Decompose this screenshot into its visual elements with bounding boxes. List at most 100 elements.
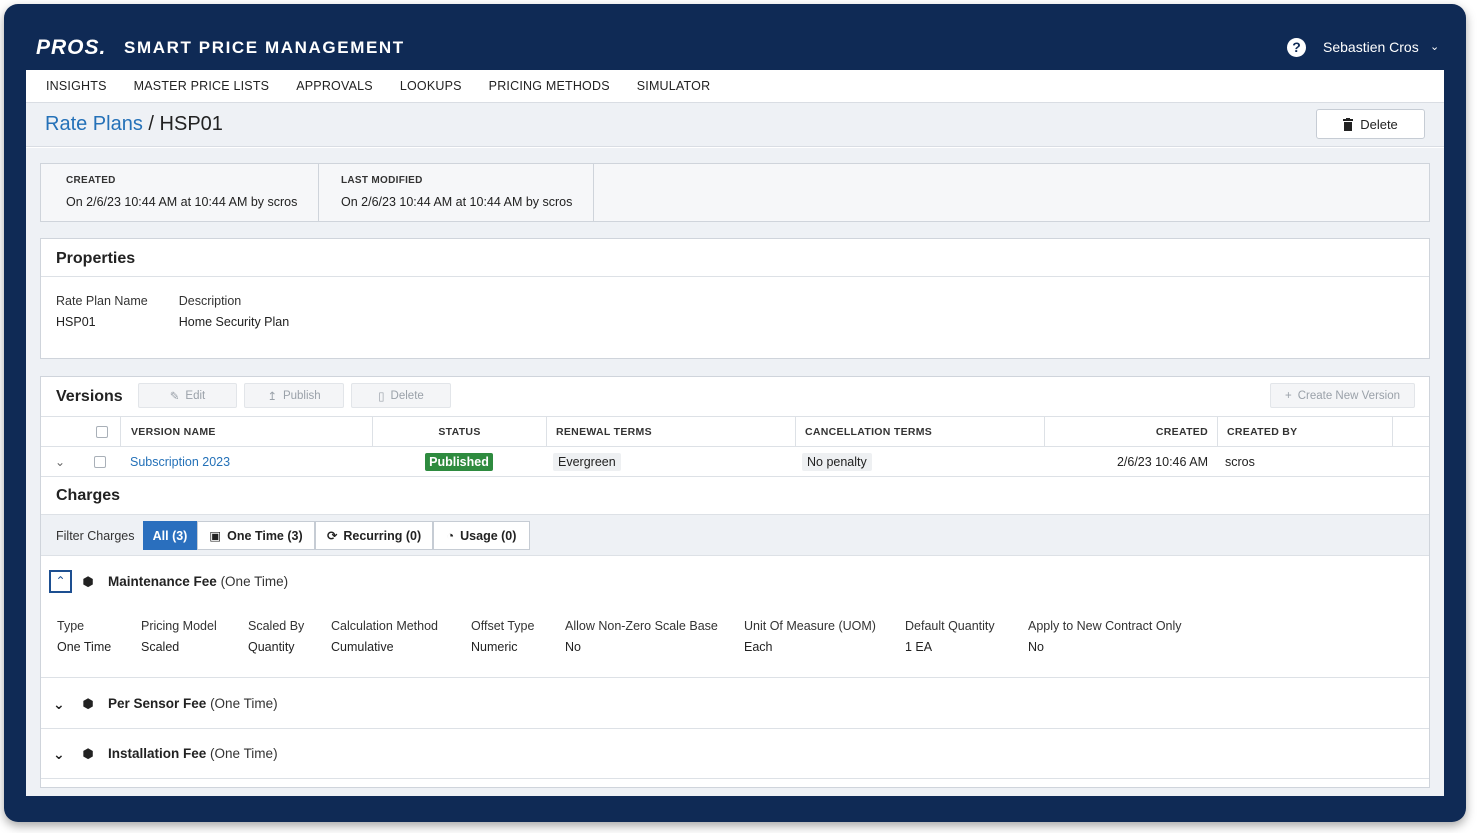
created-label: CREATED [66, 175, 116, 186]
charge-title[interactable]: Installation Fee (One Time) [108, 746, 278, 761]
property-value: Home Security Plan [178, 315, 290, 329]
nav-item-approvals[interactable]: APPROVALS [296, 79, 373, 93]
modified-value: On 2/6/23 10:44 AM at 10:44 AM by scros [341, 195, 573, 209]
cancellation-cell: No penalty [802, 447, 872, 476]
created-info: CREATED On 2/6/23 10:44 AM at 10:44 AM b… [41, 164, 319, 221]
user-menu[interactable]: Sebastien Cros [1323, 39, 1419, 55]
app-frame: PROS. SMART PRICE MANAGEMENT ? Sebastien… [4, 4, 1466, 822]
filter-usage-button[interactable]: ◔ Usage (0) [433, 521, 530, 550]
app-title: SMART PRICE MANAGEMENT [124, 38, 405, 57]
attr-label: Type [57, 619, 85, 633]
trash-icon: ▯ [378, 390, 385, 403]
modified-label: LAST MODIFIED [341, 175, 423, 186]
attr-label: Offset Type [471, 619, 535, 633]
page-title: HSP01 [159, 113, 223, 135]
attr-value: No [1028, 640, 1044, 654]
attr-scaled-by: Scaled By Quantity [248, 619, 304, 654]
chevron-down-icon[interactable]: ⌄ [53, 696, 65, 713]
chevron-down-icon[interactable]: ⌄ [1430, 40, 1439, 53]
select-all-checkbox[interactable] [96, 417, 108, 446]
versions-panel: Versions ✎ Edit ↥ Publish ▯ Delete + Cre… [40, 376, 1430, 788]
nav-item-master-price-lists[interactable]: MASTER PRICE LISTS [134, 79, 270, 93]
charge-item-installation-fee[interactable]: ⌄ ⬢ Installation Fee (One Time) [41, 729, 1429, 779]
main-nav: INSIGHTS MASTER PRICE LISTS APPROVALS LO… [26, 70, 1444, 103]
edit-version-button[interactable]: ✎ Edit [138, 383, 237, 408]
property-label: Description [178, 294, 242, 308]
nav-item-simulator[interactable]: SIMULATOR [637, 79, 711, 93]
nav-item-lookups[interactable]: LOOKUPS [400, 79, 462, 93]
attr-label: Scaled By [248, 619, 305, 633]
help-icon[interactable]: ? [1287, 38, 1306, 57]
col-cancellation-terms[interactable]: CANCELLATION TERMS [795, 417, 1044, 446]
chevron-down-icon[interactable]: ⌄ [53, 746, 65, 763]
col-version-name[interactable]: VERSION NAME [120, 417, 372, 446]
chevron-up-icon[interactable]: ⌃ [49, 570, 72, 593]
attr-apply-to-new-contract-only: Apply to New Contract Only No [1028, 619, 1182, 654]
delete-button[interactable]: Delete [1316, 109, 1425, 139]
created-value: On 2/6/23 10:44 AM at 10:44 AM by scros [66, 195, 298, 209]
property-value: HSP01 [56, 315, 96, 329]
property-rate-plan-name: Rate Plan Name HSP01 [56, 294, 148, 329]
created-by-cell: scros [1225, 454, 1255, 469]
filter-one-time-button[interactable]: ▣ One Time (3) [197, 521, 315, 550]
filter-all-label: All (3) [152, 528, 188, 543]
charge-title[interactable]: Maintenance Fee (One Time) [108, 574, 288, 589]
attr-value: Numeric [471, 640, 518, 654]
attr-label: Pricing Model [141, 619, 217, 633]
cube-icon: ⬢ [82, 746, 94, 761]
attr-type: Type One Time [57, 619, 111, 654]
upload-icon: ↥ [267, 390, 277, 403]
charge-title[interactable]: Per Sensor Fee (One Time) [108, 696, 278, 711]
col-renewal-terms[interactable]: RENEWAL TERMS [546, 417, 795, 446]
cube-icon: ⬢ [82, 574, 94, 589]
version-name[interactable]: Subscription 2023 [130, 455, 230, 469]
attr-value: No [565, 640, 581, 654]
pros-logo[interactable]: PROS. [36, 36, 106, 60]
charges-title: Charges [56, 487, 121, 504]
app-body: INSIGHTS MASTER PRICE LISTS APPROVALS LO… [26, 70, 1444, 796]
modified-info: LAST MODIFIED On 2/6/23 10:44 AM at 10:4… [319, 164, 594, 221]
trash-icon [1343, 117, 1354, 131]
charge-name: Per Sensor Fee [108, 696, 207, 711]
attr-value: Quantity [248, 640, 295, 654]
delete-label: Delete [390, 389, 424, 402]
status-badge: Published [425, 452, 493, 471]
audit-info: CREATED On 2/6/23 10:44 AM at 10:44 AM b… [40, 163, 1430, 222]
versions-title: Versions [56, 388, 123, 405]
nav-item-insights[interactable]: INSIGHTS [46, 79, 107, 93]
cube-icon: ⬢ [82, 696, 94, 711]
delete-button-label: Delete [1360, 116, 1398, 132]
delete-version-button[interactable]: ▯ Delete [351, 383, 451, 408]
breadcrumb: Rate Plans / HSP01 [45, 113, 223, 136]
properties-title: Properties [41, 239, 1429, 277]
plus-icon: + [1285, 389, 1292, 402]
renewal-cell: Evergreen [553, 447, 621, 476]
charge-name: Maintenance Fee [108, 574, 217, 589]
filter-recurring-button[interactable]: ⟳ Recurring (0) [315, 521, 433, 550]
filter-all-button[interactable]: All (3) [143, 521, 197, 550]
attr-label: Default Quantity [905, 619, 995, 633]
breadcrumb-rate-plans[interactable]: Rate Plans [45, 113, 143, 135]
charge-name: Installation Fee [108, 746, 207, 761]
attr-pricing-model: Pricing Model Scaled [141, 619, 217, 654]
publish-label: Publish [282, 389, 321, 402]
row-checkbox[interactable] [94, 447, 106, 476]
charge-item-per-sensor-fee[interactable]: ⌄ ⬢ Per Sensor Fee (One Time) [41, 679, 1429, 729]
publish-version-button[interactable]: ↥ Publish [244, 383, 344, 408]
attr-value: Cumulative [331, 640, 394, 654]
version-name-link[interactable]: Subscription 2023 [130, 447, 230, 476]
col-created[interactable]: CREATED [1044, 417, 1217, 446]
table-row[interactable]: ⌄ Subscription 2023 Published Evergreen … [41, 447, 1429, 477]
versions-table-header: VERSION NAME STATUS RENEWAL TERMS CANCEL… [41, 417, 1429, 447]
col-actions [1392, 417, 1430, 446]
attr-default-quantity: Default Quantity 1 EA [905, 619, 995, 654]
versions-toolbar: Versions ✎ Edit ↥ Publish ▯ Delete + Cre… [41, 377, 1429, 417]
create-new-version-button[interactable]: + Create New Version [1270, 383, 1415, 408]
nav-item-pricing-methods[interactable]: PRICING METHODS [489, 79, 610, 93]
chevron-down-icon[interactable]: ⌄ [55, 447, 65, 476]
attr-label: Apply to New Contract Only [1028, 619, 1182, 633]
col-created-by[interactable]: CREATED BY [1217, 417, 1392, 446]
filter-usage-label: Usage (0) [460, 528, 517, 543]
col-status[interactable]: STATUS [372, 417, 546, 446]
attr-unit-of-measure: Unit Of Measure (UOM) Each [744, 619, 876, 654]
